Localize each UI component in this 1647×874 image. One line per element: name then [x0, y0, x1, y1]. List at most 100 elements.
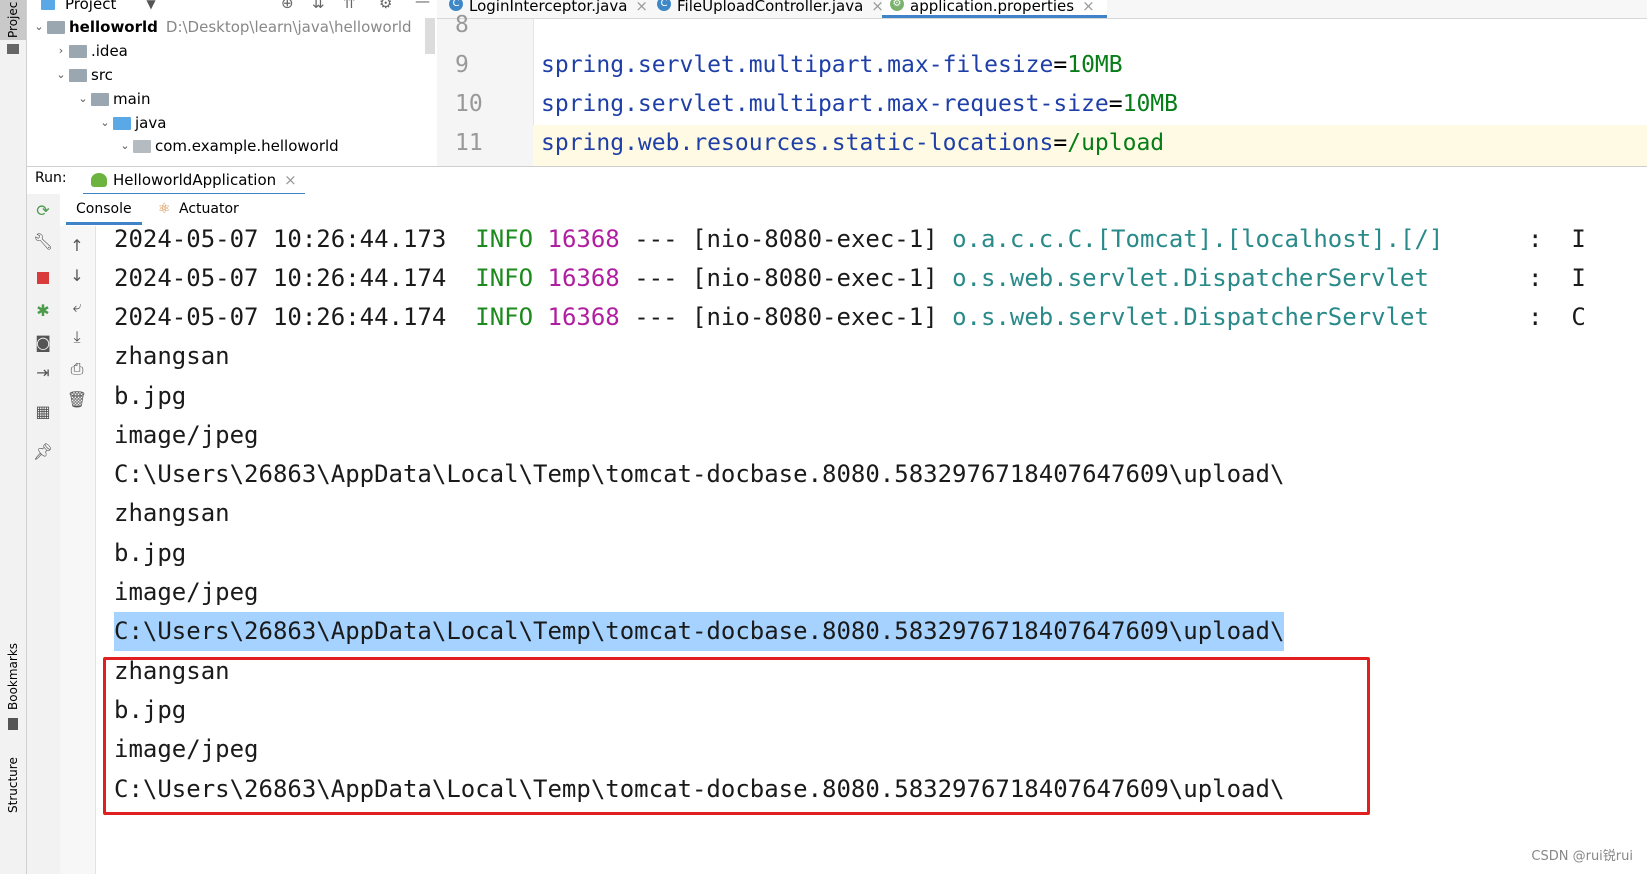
chevron-down-icon[interactable]: ⌄ — [97, 111, 113, 135]
chevron-down-icon[interactable]: ⌄ — [53, 63, 69, 87]
rerun-icon[interactable]: ⟳ — [32, 199, 54, 221]
folder-icon — [69, 68, 87, 82]
trash-icon[interactable]: 🗑︎ — [66, 388, 88, 410]
output-line: zhangsan — [114, 499, 230, 527]
arrow-up-icon[interactable]: ↑ — [66, 234, 88, 256]
tree-item-label: .idea — [91, 42, 128, 60]
java-class-icon: C — [657, 0, 671, 11]
project-panel: Project ▼ ⊕ ⇊ ⇈ ⚙ — ⌄ helloworld D:\Desk… — [27, 0, 437, 166]
soft-wrap-icon[interactable]: ⤶ — [66, 296, 88, 318]
chevron-right-icon[interactable]: › — [53, 39, 69, 63]
close-icon[interactable]: × — [1082, 0, 1095, 14]
log-tail: : I — [1528, 226, 1586, 253]
spring-boot-icon — [91, 173, 107, 187]
folder-icon — [91, 92, 109, 106]
folder-icon — [7, 44, 19, 54]
layout-icon[interactable]: ▦ — [32, 400, 54, 422]
actuator-icon: ⚛ — [158, 201, 171, 217]
chevron-down-icon[interactable]: ⌄ — [117, 134, 133, 158]
stop-icon[interactable] — [32, 267, 54, 289]
output-line-selected: C:\Users\26863\AppData\Local\Temp\tomcat… — [114, 612, 1285, 651]
tree-item-label: com.example.helloworld — [155, 137, 339, 155]
scrollbar-thumb[interactable] — [425, 18, 435, 54]
run-side-toolbar: ⟳ 🔧︎ ✱ ◙ ⇥ ▦ 📌︎ — [27, 194, 61, 874]
tree-item-java[interactable]: ⌄ java — [97, 111, 166, 135]
log-pid: 16368 — [547, 226, 620, 253]
exit-icon[interactable]: ⇥ — [32, 361, 54, 383]
property-key: spring.servlet.multipart.max-request-siz… — [541, 91, 1109, 117]
watermark: CSDN @rui锐rui — [1531, 849, 1633, 864]
pin-icon[interactable]: 📌︎ — [32, 440, 54, 462]
project-icon — [41, 0, 55, 10]
log-separator: --- — [634, 226, 678, 253]
run-tool-bar: Run: HelloworldApplication × — [27, 166, 1647, 196]
tab-application-properties[interactable]: ⚙ application.properties × — [882, 0, 1107, 18]
tree-item-main[interactable]: ⌄ main — [75, 87, 150, 111]
tree-item-package[interactable]: ⌄ com.example.helloworld — [117, 134, 339, 158]
tab-label: Console — [76, 201, 132, 217]
log-logger: o.s.web.servlet.DispatcherServlet — [952, 264, 1429, 292]
debug-icon[interactable]: ✱ — [32, 299, 54, 321]
code-line[interactable]: spring.servlet.multipart.max-request-siz… — [541, 91, 1178, 117]
line-number: 9 — [455, 52, 469, 78]
code-line[interactable]: spring.servlet.multipart.max-filesize=10… — [541, 52, 1123, 78]
tab-login-interceptor[interactable]: C LoginInterceptor.java × — [449, 0, 648, 18]
log-pid: 16368 — [547, 303, 620, 331]
console-tab-bar: Console ⚛ Actuator — [60, 194, 1647, 227]
tab-console[interactable]: Console — [66, 194, 142, 225]
chevron-down-icon[interactable]: ⌄ — [31, 15, 47, 39]
tree-item-src[interactable]: ⌄ src — [53, 63, 113, 87]
tab-label: FileUploadController.java — [677, 0, 864, 15]
tree-item-root[interactable]: ⌄ helloworld D:\Desktop\learn\java\hello… — [31, 15, 412, 39]
tab-run-config[interactable]: HelloworldApplication × — [83, 167, 305, 196]
tree-item-idea[interactable]: › .idea — [53, 39, 128, 63]
locate-icon[interactable]: ⊕ — [281, 0, 294, 12]
close-icon[interactable]: × — [284, 171, 297, 189]
line-number: 10 — [455, 91, 483, 117]
arrow-down-icon[interactable]: ↓ — [66, 264, 88, 286]
project-panel-header[interactable]: Project ▼ — [41, 0, 156, 16]
code-line[interactable]: spring.web.resources.static-locations=/u… — [541, 130, 1164, 156]
left-tool-stripe: Projec Bookmarks Structure — [0, 0, 27, 874]
tab-label: Actuator — [179, 201, 239, 217]
project-tool-tab[interactable]: Projec — [0, 0, 26, 40]
tab-file-upload-controller[interactable]: C FileUploadController.java × — [657, 0, 884, 18]
print-icon[interactable]: ⎙ — [66, 358, 88, 380]
tab-label: LoginInterceptor.java — [469, 0, 628, 15]
minimize-icon[interactable]: — — [415, 0, 430, 10]
bookmarks-tool-tab[interactable]: Bookmarks — [0, 640, 26, 712]
log-pid: 16368 — [547, 264, 620, 292]
log-level: INFO — [475, 226, 534, 253]
properties-file-icon: ⚙ — [890, 0, 904, 11]
tab-actuator[interactable]: ⚛ Actuator — [152, 194, 245, 226]
chevron-down-icon[interactable]: ⌄ — [75, 87, 91, 111]
bookmarks-tool-tab-label: Bookmarks — [6, 642, 20, 710]
camera-icon[interactable]: ◙ — [32, 331, 54, 353]
structure-tool-tab[interactable]: Structure — [0, 750, 26, 820]
log-thread: [nio-8080-exec-1] — [692, 264, 938, 292]
output-line: b.jpg — [114, 382, 187, 410]
log-line: 2024-05-07 10:26:44.174 INFO 16368 --- [… — [114, 259, 1429, 298]
scroll-to-end-icon[interactable]: ⤓ — [66, 326, 88, 348]
tab-label: application.properties — [910, 0, 1075, 15]
expand-all-icon[interactable]: ⇊ — [312, 0, 325, 12]
gear-icon[interactable]: ⚙ — [379, 0, 392, 12]
chevron-down-icon[interactable]: ▼ — [146, 0, 155, 16]
log-line: 2024-05-07 10:26:44.173 INFO 16368 --- [… — [114, 226, 1443, 259]
property-value: 10MB — [1067, 52, 1123, 78]
wrench-icon[interactable]: 🔧︎ — [32, 230, 54, 252]
project-header-label: Project — [65, 0, 117, 13]
log-separator: --- — [634, 264, 678, 292]
structure-tool-tab-label: Structure — [6, 757, 20, 813]
source-folder-icon — [113, 116, 131, 130]
root-path: D:\Desktop\learn\java\helloworld — [165, 18, 412, 36]
run-label: Run: — [35, 170, 67, 186]
close-icon[interactable]: × — [635, 0, 648, 14]
java-class-icon: C — [449, 0, 463, 11]
collapse-all-icon[interactable]: ⇈ — [343, 0, 356, 12]
log-thread: [nio-8080-exec-1] — [692, 226, 938, 253]
property-value: 10MB — [1122, 91, 1178, 117]
console-side-toolbar: ↑ ↓ ⤶ ⤓ ⎙ 🗑︎ — [60, 226, 96, 874]
folder-icon — [69, 44, 87, 58]
output-line: zhangsan — [114, 342, 230, 370]
